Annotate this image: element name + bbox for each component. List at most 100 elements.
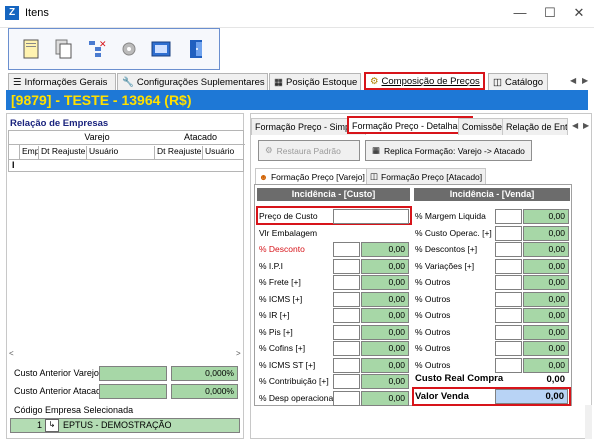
custo-pct-input[interactable] [333, 291, 360, 307]
tab-posicao-estoque[interactable]: ▦ Posição Estoque [269, 73, 361, 90]
venda-row-label: % Outros [415, 326, 451, 337]
tabs-scroll-right-icon[interactable]: ▶ [582, 76, 588, 85]
vertical-scrollbar[interactable] [585, 405, 592, 439]
close-icon[interactable]: ✕ [566, 4, 592, 22]
custo-row-label: Preço de Custo [259, 211, 318, 221]
formacao-form: Incidência - [Custo] Incidência - [Venda… [254, 184, 572, 406]
tab-configuracoes[interactable]: 🔧 Configurações Suplementares [117, 73, 268, 90]
tab-formacao-atacado[interactable]: ◫ Formação Preço [Atacado] [366, 168, 487, 184]
empresa-name: EPTUS - DEMOSTRAÇÃO [63, 420, 172, 430]
col-dt-reajuste-atacado[interactable]: Dt Reajuste [155, 146, 203, 160]
item-banner: [9879] - TESTE - 13964 (R$) [6, 90, 588, 110]
button-label: Replica Formação: Varejo -> Atacado [384, 145, 525, 156]
custo-value-field: 0,00 [361, 390, 409, 406]
custo-value-field: 0,00 [361, 275, 409, 290]
codigo-empresa-field[interactable]: 1 ↳ EPTUS - DEMOSTRAÇÃO [10, 418, 240, 433]
tab-catalogo[interactable]: ◫ Catálogo [488, 73, 548, 90]
tools-icon [122, 42, 136, 56]
col-dt-reajuste-varejo[interactable]: Dt Reajuste [39, 146, 87, 160]
custo-value-field: 0,00 [361, 374, 409, 389]
scroll-left-icon[interactable]: < [9, 349, 14, 358]
maximize-icon[interactable]: ☐ [537, 4, 563, 22]
custo-pct-input[interactable] [333, 242, 360, 257]
scroll-right-icon[interactable]: > [236, 349, 241, 358]
copy-icon [55, 39, 72, 59]
replica-formacao-button[interactable]: ▦ Replica Formação: Varejo -> Atacado [365, 140, 532, 161]
venda-value-field: 0,00 [523, 308, 569, 323]
horizontal-scrollbar[interactable]: < > [8, 349, 244, 359]
subtabs-scroll-left-icon[interactable]: ◀ [572, 121, 578, 130]
custo-pct-input[interactable] [333, 390, 360, 406]
minimize-icon[interactable]: — [507, 4, 533, 22]
preco-custo-input[interactable] [333, 209, 409, 224]
col-emp[interactable]: Emp [20, 146, 39, 160]
tab-label: Informações Gerais [24, 76, 108, 88]
delete-tree-icon: ✕ [89, 40, 107, 57]
venda-value-field: 0,00 [523, 341, 569, 356]
custo-pct-input[interactable] [333, 374, 360, 389]
venda-value-field: 0,00 [523, 258, 569, 274]
custo-pct-input[interactable] [333, 275, 360, 290]
custo-atacado-field [99, 384, 167, 399]
venda-pct-input[interactable] [495, 275, 522, 290]
table-row[interactable]: I [8, 160, 244, 172]
venda-pct-input[interactable] [495, 242, 522, 257]
custo-pct-input[interactable] [333, 341, 360, 356]
restaura-padrao-button[interactable]: ⚙ Restaura Padrão [258, 140, 360, 161]
tab-informacoes-gerais[interactable]: ☰ Informações Gerais [8, 73, 116, 90]
col-usuario-atacado[interactable]: Usuário [203, 146, 245, 160]
venda-pct-input[interactable] [495, 225, 522, 241]
venda-pct-input[interactable] [495, 341, 522, 356]
custo-row-label: % Pis [+] [259, 326, 293, 337]
copy-item-button[interactable] [53, 36, 75, 62]
custo-row-label: % Cofins [+] [259, 343, 306, 353]
custo-atacado-pct: 0,000% [171, 384, 238, 399]
tab-formacao-detalhada[interactable]: Formação Preço - Detalhada [347, 116, 473, 134]
custo-row-label: % Frete [+] [259, 277, 301, 287]
col-usuario-varejo[interactable]: Usuário [87, 146, 155, 160]
tab-composicao-precos[interactable]: ⚙ Composição de Preços [364, 72, 485, 90]
custo-value-field: 0,00 [361, 242, 409, 257]
venda-value-field: 0,00 [523, 275, 569, 290]
tab-label: Formação Preço [Varejo] [270, 171, 365, 182]
custo-pct-input[interactable] [333, 308, 360, 323]
tabs-scroll-left-icon[interactable]: ◀ [570, 76, 576, 85]
venda-pct-input[interactable] [495, 357, 522, 373]
app-logo-icon: Z [5, 6, 19, 20]
custo-pct-input[interactable] [333, 324, 360, 340]
incidencia-venda-header: Incidência - [Venda] [414, 188, 570, 201]
new-item-button[interactable] [20, 36, 42, 62]
new-document-icon [23, 39, 39, 59]
venda-pct-input[interactable] [495, 308, 522, 323]
lookup-icon[interactable]: ↳ [45, 419, 59, 432]
tab-label: Configurações Suplementares [136, 76, 265, 88]
tab-label: Catálogo [504, 76, 544, 88]
tools-button[interactable] [118, 36, 140, 62]
venda-value-field: 0,00 [523, 209, 569, 224]
restore-icon: ⚙ [265, 145, 273, 155]
tab-label: Formação Preço [Atacado] [381, 171, 483, 182]
venda-pct-input[interactable] [495, 209, 522, 224]
custo-value-field: 0,00 [361, 324, 409, 340]
report-button[interactable] [150, 36, 172, 62]
venda-row-label: % Outros [415, 277, 451, 287]
custo-pct-input[interactable] [333, 357, 360, 373]
info-tab-icon: ☰ [13, 76, 22, 88]
venda-pct-input[interactable] [495, 324, 522, 340]
venda-row-label: % Outros [415, 359, 451, 370]
custo-pct-input[interactable] [333, 258, 360, 274]
custo-value-field: 0,00 [361, 258, 409, 274]
tab-label: Posição Estoque [285, 76, 358, 88]
custo-row-label: % Desconto [259, 244, 305, 254]
venda-value-field: 0,00 [523, 225, 569, 241]
exit-button[interactable] [186, 36, 208, 62]
delete-item-button[interactable]: ✕ [86, 36, 108, 62]
subtabs-scroll-right-icon[interactable]: ▶ [583, 121, 589, 130]
venda-pct-input[interactable] [495, 258, 522, 274]
button-label: Restaura Padrão [276, 145, 341, 156]
tab-relacao-entrada[interactable]: Relação de Entra [502, 118, 568, 135]
row-cursor-marker: I [12, 160, 15, 170]
custo-row-label: % ICMS ST [+] [259, 359, 316, 370]
tab-formacao-varejo[interactable]: ☻ Formação Preço [Varejo] [255, 168, 369, 184]
venda-pct-input[interactable] [495, 291, 522, 307]
